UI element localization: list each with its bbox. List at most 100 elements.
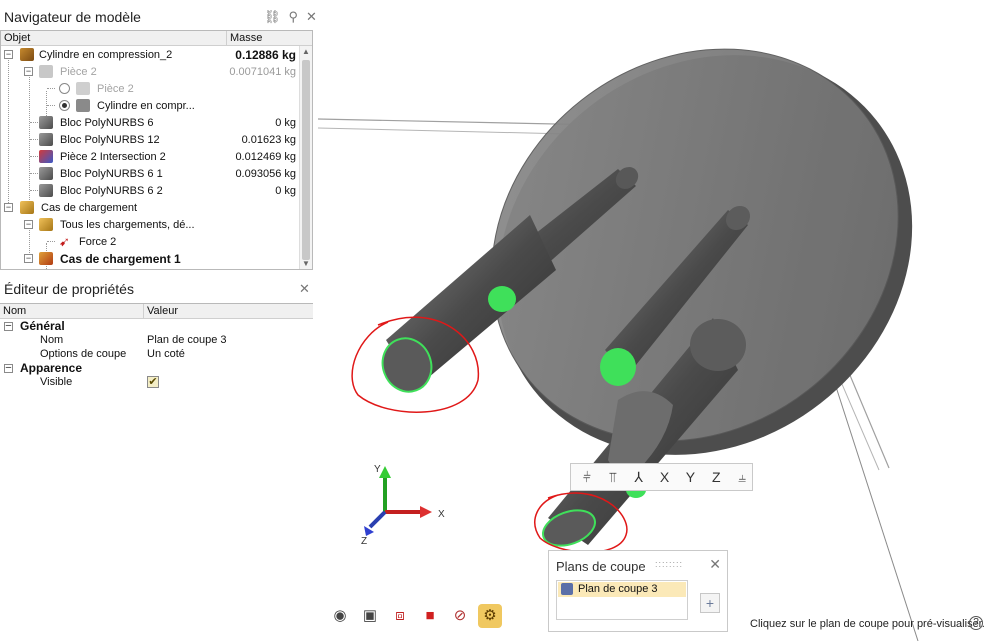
group-general[interactable]: − Général bbox=[0, 319, 313, 333]
tree-row-part-variant[interactable]: Pièce 2 bbox=[1, 80, 312, 97]
axis-label-y: Y bbox=[374, 464, 381, 475]
tree-mass: 0.012469 kg bbox=[235, 150, 296, 163]
tree-mass: 0.12886 kg bbox=[235, 47, 296, 62]
collapse-icon[interactable]: − bbox=[4, 320, 13, 331]
model-navigator-title: Navigateur de modèle bbox=[4, 9, 141, 25]
scroll-thumb[interactable] bbox=[302, 60, 310, 260]
tree-row-part[interactable]: − Pièce 2 0.0071041 kg bbox=[1, 63, 312, 80]
close-icon[interactable]: ✕ bbox=[299, 281, 310, 297]
tree-label: Bloc PolyNURBS 6 1 bbox=[60, 167, 163, 180]
tree-row-load-cases[interactable]: − Cas de chargement bbox=[1, 199, 312, 216]
collapse-icon[interactable]: − bbox=[4, 203, 13, 212]
prop-value[interactable]: Plan de coupe 3 bbox=[147, 334, 227, 346]
3d-viewport[interactable]: Y X Z bbox=[318, 0, 1000, 641]
tree-row-force[interactable]: ➹ Force 2 bbox=[1, 233, 312, 250]
cutting-planes-panel: Plans de coupe :::::::: ✕ Plan de coupe … bbox=[548, 550, 728, 632]
block-icon bbox=[39, 116, 53, 129]
scroll-up-icon[interactable]: ▲ bbox=[300, 46, 312, 58]
tree-label: Pièce 2 Intersection 2 bbox=[60, 150, 166, 163]
collapse-icon[interactable]: − bbox=[4, 50, 13, 59]
column-name[interactable]: Nom bbox=[0, 304, 143, 318]
close-icon[interactable]: ✕ bbox=[709, 556, 721, 573]
tree-row-all-loads[interactable]: − Tous les chargements, dé... bbox=[1, 216, 312, 233]
plane-add-icon[interactable]: ⫨ bbox=[732, 469, 752, 486]
scroll-down-icon[interactable]: ▼ bbox=[300, 258, 312, 269]
folder-icon bbox=[20, 201, 34, 214]
prop-row-cut-options[interactable]: Options de coupe Un coté bbox=[0, 347, 313, 361]
tree-row-bloc[interactable]: Bloc PolyNURBS 6 2 0 kg bbox=[1, 182, 312, 199]
load-case-icon bbox=[39, 252, 53, 265]
part-icon bbox=[39, 65, 53, 78]
block-icon bbox=[39, 167, 53, 180]
add-cutting-plane-button[interactable]: + bbox=[700, 593, 720, 613]
collapse-icon[interactable]: − bbox=[24, 67, 33, 76]
axis-label-z: Z bbox=[361, 536, 367, 547]
collapse-icon[interactable]: − bbox=[24, 254, 33, 263]
cutting-planes-title: Plans de coupe bbox=[556, 559, 646, 574]
tree-row-intersection[interactable]: Pièce 2 Intersection 2 0.012469 kg bbox=[1, 148, 312, 165]
section-view-icon[interactable]: ⧈ bbox=[388, 604, 412, 628]
model-render[interactable]: Y X Z bbox=[318, 0, 1000, 641]
tree-label: Pièce 2 bbox=[60, 65, 97, 78]
cutting-plane-item[interactable]: Plan de coupe 3 bbox=[558, 582, 686, 597]
gear-coin-icon[interactable]: ⚙ bbox=[478, 604, 502, 628]
assembly-icon bbox=[20, 48, 34, 61]
intersection-icon bbox=[39, 150, 53, 163]
tree-label: Cas de chargement bbox=[41, 201, 137, 214]
plane-axes-icon[interactable]: ⅄ bbox=[629, 469, 649, 486]
column-object[interactable]: Objet bbox=[1, 31, 226, 45]
tree-mass: 0.01623 kg bbox=[241, 133, 296, 146]
tree-mass: 0 kg bbox=[275, 116, 296, 129]
visible-checkbox[interactable]: ✔ bbox=[147, 376, 159, 388]
collapse-icon[interactable]: − bbox=[4, 362, 13, 373]
group-label: Général bbox=[20, 319, 65, 333]
red-cube-icon[interactable]: ■ bbox=[418, 604, 442, 628]
analysis-icon[interactable]: ⊘ bbox=[448, 604, 472, 628]
tree-row-assembly[interactable]: − Cylindre en compression_2 0.12886 kg bbox=[1, 46, 312, 63]
plane-flip-icon[interactable]: ⫩ bbox=[577, 469, 597, 486]
tree-label: Pièce 2 bbox=[97, 82, 134, 95]
search-icon[interactable]: ⚲ bbox=[289, 9, 299, 25]
property-editor-title: Éditeur de propriétés bbox=[4, 281, 134, 297]
tree-row-bloc[interactable]: Bloc PolyNURBS 6 0 kg bbox=[1, 114, 312, 131]
radio-selected-icon[interactable] bbox=[59, 100, 70, 111]
block-icon bbox=[39, 184, 53, 197]
close-icon[interactable]: ✕ bbox=[306, 9, 317, 25]
tree-column-headers: Objet Masse bbox=[1, 31, 312, 46]
column-mass[interactable]: Masse bbox=[226, 31, 300, 45]
drag-handle[interactable]: :::::::: bbox=[655, 559, 683, 569]
group-appearance[interactable]: − Apparence bbox=[0, 361, 313, 375]
prop-value[interactable]: Un coté bbox=[147, 348, 185, 360]
help-icon[interactable]: ? bbox=[969, 616, 983, 630]
axis-z-button[interactable]: Z bbox=[706, 469, 726, 485]
tree-mass: 0.0071041 kg bbox=[229, 65, 296, 78]
tree-row-bloc[interactable]: Bloc PolyNURBS 12 0.01623 kg bbox=[1, 131, 312, 148]
group-label: Apparence bbox=[20, 361, 83, 375]
property-editor: Nom Valeur − Général Nom Plan de coupe 3… bbox=[0, 303, 313, 641]
column-value[interactable]: Valeur bbox=[143, 304, 313, 318]
tree-label: Cylindre en compr... bbox=[97, 99, 195, 112]
axis-y-button[interactable]: Y bbox=[680, 469, 700, 485]
prop-name: Options de coupe bbox=[40, 348, 127, 360]
axis-x-button[interactable]: X bbox=[655, 469, 675, 485]
hierarchy-icon[interactable]: ⛓ bbox=[264, 9, 281, 25]
tube-bend bbox=[608, 391, 673, 474]
tree-row-bloc[interactable]: Bloc PolyNURBS 6 1 0.093056 kg bbox=[1, 165, 312, 182]
tree-row-cylinder-variant[interactable]: Cylindre en compr... bbox=[1, 97, 312, 114]
plane-move-icon[interactable]: ⫪ bbox=[603, 469, 623, 486]
eye-icon[interactable]: ◉ bbox=[328, 604, 352, 628]
prop-row-name[interactable]: Nom Plan de coupe 3 bbox=[0, 333, 313, 347]
prop-name: Visible bbox=[40, 376, 73, 388]
radio-icon[interactable] bbox=[59, 83, 70, 94]
cutting-planes-list: Plan de coupe 3 bbox=[556, 580, 688, 620]
prop-row-visible[interactable]: Visible ✔ bbox=[0, 375, 313, 389]
tree-scrollbar[interactable]: ▲ ▼ bbox=[299, 46, 312, 269]
tree-label: Bloc PolyNURBS 12 bbox=[60, 133, 160, 146]
tree-row-load-case-1[interactable]: − Cas de chargement 1 bbox=[1, 250, 312, 267]
camera-icon[interactable]: ▣ bbox=[358, 604, 382, 628]
axis-triad: Y X Z bbox=[361, 464, 445, 547]
cut-face-green bbox=[600, 348, 636, 386]
collapse-icon[interactable]: − bbox=[24, 220, 33, 229]
folder-icon bbox=[39, 218, 53, 231]
cutting-plane-label: Plan de coupe 3 bbox=[578, 583, 658, 595]
